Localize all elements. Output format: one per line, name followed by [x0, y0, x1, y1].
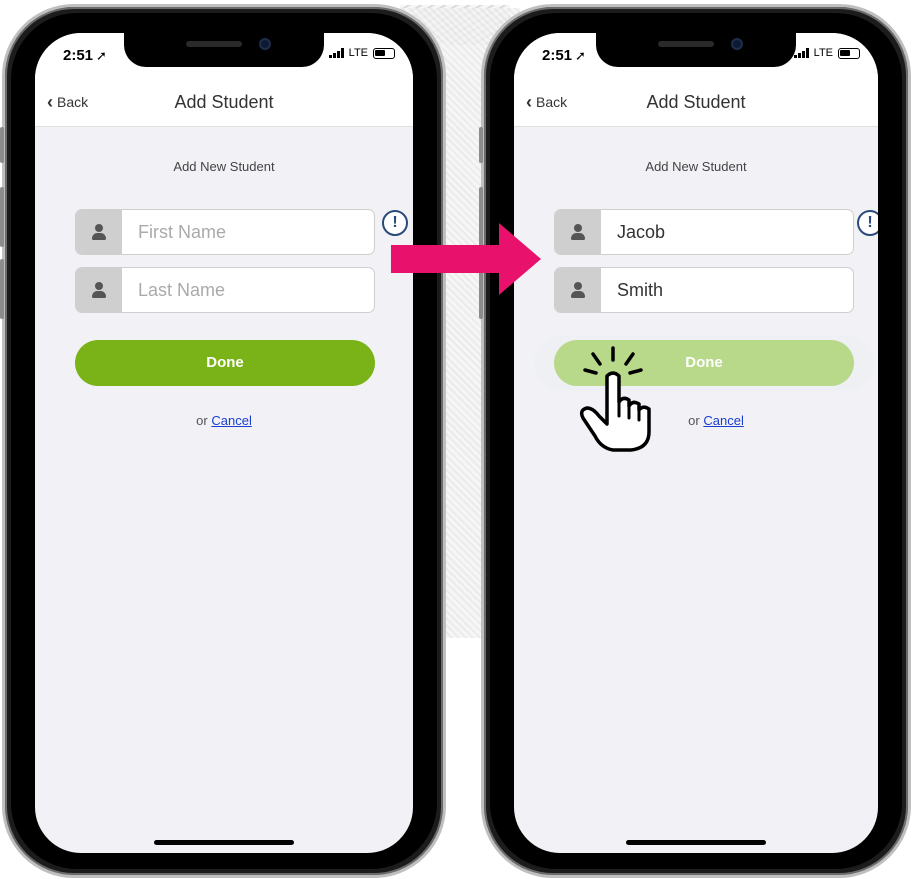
info-icon[interactable]: !: [857, 210, 878, 236]
status-icons: LTE: [793, 47, 860, 59]
last-name-field[interactable]: Last Name: [75, 267, 375, 313]
status-time: 2:51 ➚: [63, 47, 107, 64]
cancel-line: or Cancel: [35, 413, 413, 428]
status-icons: LTE: [328, 47, 395, 59]
camera-icon: [731, 38, 743, 50]
volume-down-button: [0, 259, 4, 319]
person-icon: [555, 268, 601, 312]
cancel-link[interactable]: Cancel: [703, 413, 743, 428]
done-button[interactable]: Done: [75, 340, 375, 386]
location-arrow-icon: ➚: [575, 48, 586, 63]
speaker-grille: [186, 41, 242, 47]
volume-up-button: [0, 187, 4, 247]
phone-after: 2:51 ➚ LTE ‹ Back Add Student Add New Stu…: [479, 4, 911, 878]
time-label: 2:51: [63, 47, 94, 64]
mute-switch: [0, 127, 4, 163]
page-title: Add Student: [174, 92, 274, 112]
tap-hand-icon: [579, 346, 651, 452]
nav-bar: ‹ Back Add Student: [514, 79, 878, 127]
signal-bars-icon: [793, 48, 809, 58]
camera-icon: [259, 38, 271, 50]
cancel-prefix: or: [688, 413, 700, 428]
nav-bar: ‹ Back Add Student: [35, 79, 413, 127]
first-name-placeholder: First Name: [138, 221, 227, 242]
form-heading: Add New Student: [173, 159, 275, 174]
battery-icon: [373, 47, 395, 59]
time-label: 2:51: [542, 47, 573, 64]
arrow-right-icon: [391, 223, 541, 295]
first-name-value: Jacob: [617, 221, 666, 242]
mute-switch: [479, 127, 483, 163]
cancel-link[interactable]: Cancel: [211, 413, 251, 428]
person-icon: [555, 210, 601, 254]
phone-before: 2:51 ➚ LTE ‹ Back Add Student Add New Stu…: [0, 4, 446, 878]
battery-icon: [838, 47, 860, 59]
status-time: 2:51 ➚: [542, 47, 586, 64]
home-indicator[interactable]: [154, 840, 294, 845]
last-name-value: Smith: [617, 279, 664, 300]
first-name-field[interactable]: First Name: [75, 209, 375, 255]
person-icon: [76, 268, 122, 312]
cancel-prefix: or: [196, 413, 208, 428]
network-label: LTE: [348, 47, 368, 59]
signal-bars-icon: [328, 48, 344, 58]
home-indicator[interactable]: [626, 840, 766, 845]
person-icon: [76, 210, 122, 254]
speaker-grille: [658, 41, 714, 47]
notch: [124, 33, 324, 67]
first-name-field[interactable]: Jacob: [554, 209, 854, 255]
last-name-field[interactable]: Smith: [554, 267, 854, 313]
network-label: LTE: [813, 47, 833, 59]
form-heading: Add New Student: [645, 159, 747, 174]
page-title: Add Student: [646, 92, 746, 112]
notch: [596, 33, 796, 67]
location-arrow-icon: ➚: [96, 48, 107, 63]
screen: 2:51 ➚ LTE ‹ Back Add Student Add New Stu…: [35, 33, 413, 853]
last-name-placeholder: Last Name: [138, 279, 226, 300]
